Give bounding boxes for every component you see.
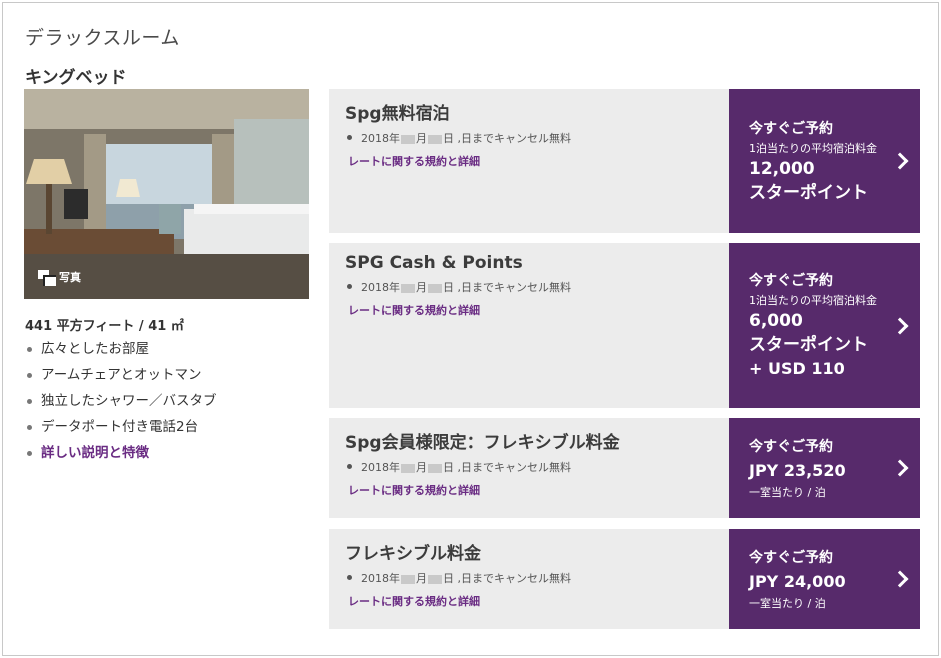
room-card: デラックスルーム キングベッド 写真 441 平方フィート / 41 ㎡ 広々と… xyxy=(2,2,939,656)
book-unit: 一室当たり / 泊 xyxy=(749,486,826,499)
rate-rules-link[interactable]: レートに関する規約と詳細 xyxy=(345,153,713,169)
cancel-policy: 2018年月日 ,日までキャンセル無料 xyxy=(345,459,713,475)
book-label: 今すぐご予約 xyxy=(749,439,833,455)
rate-info: Spg会員様限定：フレキシブル料金 2018年月日 ,日までキャンセル無料 レー… xyxy=(329,418,729,518)
feature-item: データポート付き電話2台 xyxy=(25,417,217,443)
room-size: 441 平方フィート / 41 ㎡ xyxy=(25,319,184,334)
rate-row: SPG Cash & Points 2018年月日 ,日までキャンセル無料 レー… xyxy=(329,243,920,408)
cancel-policy: 2018年月日 ,日までキャンセル無料 xyxy=(345,570,713,586)
feature-item: 独立したシャワー／バスタブ xyxy=(25,391,217,417)
rate-rules-link[interactable]: レートに関する規約と詳細 xyxy=(345,482,713,498)
feature-item: アームチェアとオットマン xyxy=(25,365,217,391)
book-label: 今すぐご予約 xyxy=(749,550,833,566)
rate-name: Spg会員様限定：フレキシブル料金 xyxy=(345,433,620,453)
rate-row: Spg無料宿泊 2018年月日 ,日までキャンセル無料 レートに関する規約と詳細… xyxy=(329,89,920,233)
room-photo[interactable]: 写真 xyxy=(24,89,309,299)
book-now-button[interactable]: 今すぐご予約 1泊当たりの平均宿泊料金 6,000 スターポイント + USD … xyxy=(729,243,920,408)
rate-rules-link[interactable]: レートに関する規約と詳細 xyxy=(345,302,713,318)
book-price-cash: + USD 110 xyxy=(749,359,845,378)
photo-gallery-icon xyxy=(38,270,56,286)
rate-name: SPG Cash & Points xyxy=(345,253,523,273)
photo-label[interactable]: 写真 xyxy=(38,269,81,286)
rate-name: Spg無料宿泊 xyxy=(345,104,450,124)
room-features: 広々としたお部屋 アームチェアとオットマン 独立したシャワー／バスタブ データポ… xyxy=(25,339,217,469)
photo-label-text: 写真 xyxy=(59,271,81,284)
rate-info: SPG Cash & Points 2018年月日 ,日までキャンセル無料 レー… xyxy=(329,243,729,408)
feature-item: 広々としたお部屋 xyxy=(25,339,217,365)
details-link[interactable]: 詳しい説明と特徴 xyxy=(25,443,217,469)
book-label: 今すぐご予約 xyxy=(749,120,833,137)
book-now-button[interactable]: 今すぐご予約 1泊当たりの平均宿泊料金 12,000 スターポイント xyxy=(729,89,920,233)
book-sub: 1泊当たりの平均宿泊料金 xyxy=(749,294,877,307)
book-label: 今すぐご予約 xyxy=(749,273,833,289)
rate-info: Spg無料宿泊 2018年月日 ,日までキャンセル無料 レートに関する規約と詳細 xyxy=(329,89,729,233)
rate-name: フレキシブル料金 xyxy=(345,544,481,564)
book-now-button[interactable]: 今すぐご予約 JPY 23,520 一室当たり / 泊 xyxy=(729,418,920,518)
book-sub: 1泊当たりの平均宿泊料金 xyxy=(749,141,877,155)
book-unit: 一室当たり / 泊 xyxy=(749,597,826,610)
book-price-unit: スターポイント xyxy=(749,335,868,355)
rate-info: フレキシブル料金 2018年月日 ,日までキャンセル無料 レートに関する規約と詳… xyxy=(329,529,729,629)
room-photo-image xyxy=(24,89,309,299)
rate-row: フレキシブル料金 2018年月日 ,日までキャンセル無料 レートに関する規約と詳… xyxy=(329,529,920,629)
book-now-button[interactable]: 今すぐご予約 JPY 24,000 一室当たり / 泊 xyxy=(729,529,920,629)
rate-row: Spg会員様限定：フレキシブル料金 2018年月日 ,日までキャンセル無料 レー… xyxy=(329,418,920,518)
cancel-policy: 2018年月日 ,日までキャンセル無料 xyxy=(345,130,713,146)
book-price-unit: スターポイント xyxy=(749,182,868,203)
bed-type: キングベッド xyxy=(25,68,127,88)
room-title: デラックスルーム xyxy=(25,27,180,49)
cancel-policy: 2018年月日 ,日までキャンセル無料 xyxy=(345,279,713,295)
rate-rules-link[interactable]: レートに関する規約と詳細 xyxy=(345,593,713,609)
